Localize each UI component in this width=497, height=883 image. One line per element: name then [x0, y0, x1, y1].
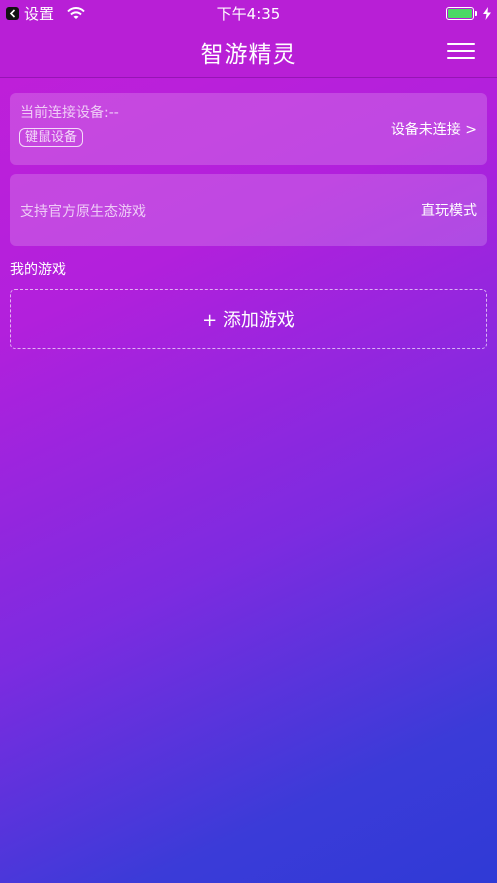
play-mode-card[interactable]: 支持官方原生态游戏 直玩模式 — [10, 174, 487, 246]
hamburger-menu-icon[interactable] — [447, 40, 475, 62]
nav-bar: 智游精灵 — [0, 26, 497, 78]
device-status-link[interactable]: 设备未连接 > — [391, 119, 477, 139]
battery-icon — [446, 6, 477, 20]
current-device-label: 当前连接设备:-- — [20, 105, 119, 121]
add-game-button[interactable]: + 添加游戏 — [10, 289, 487, 349]
wifi-icon — [67, 6, 85, 20]
supported-games-label: 支持官方原生态游戏 — [20, 204, 146, 220]
back-chevron-icon — [6, 6, 19, 20]
battery-fill — [448, 8, 472, 18]
play-mode-value[interactable]: 直玩模式 — [421, 200, 477, 220]
menu-line — [447, 43, 475, 45]
my-games-title: 我的游戏 — [10, 262, 66, 278]
status-right — [446, 6, 491, 20]
status-bar: 设置 下午4:35 — [0, 0, 497, 26]
menu-line — [447, 50, 475, 52]
device-type-badge: 键鼠设备 — [19, 128, 84, 147]
back-to-settings[interactable]: 设置 — [6, 3, 85, 24]
menu-line — [447, 57, 475, 59]
back-label: 设置 — [24, 4, 55, 23]
charging-bolt-icon — [483, 6, 491, 20]
page-title: 智游精灵 — [200, 41, 297, 68]
device-connection-card[interactable]: 当前连接设备:-- 键鼠设备 设备未连接 > — [10, 93, 487, 165]
